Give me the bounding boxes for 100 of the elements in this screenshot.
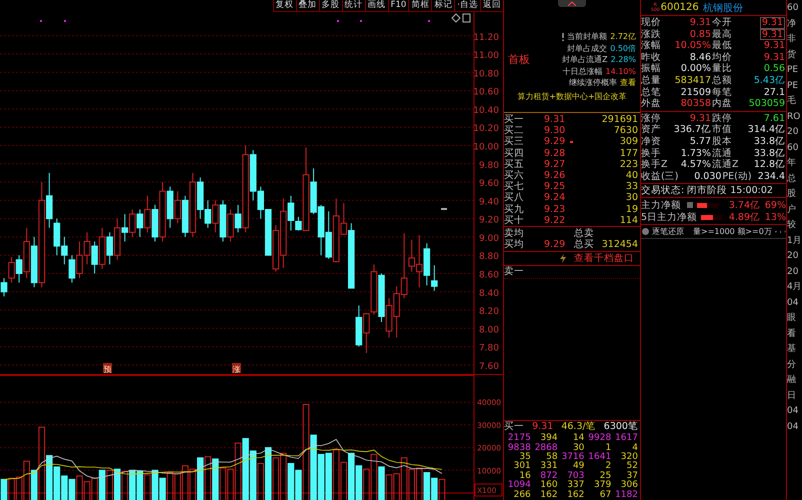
bid-volume: 7630 [612, 125, 639, 136]
info-value[interactable]: 查看 [620, 77, 636, 88]
side-panel-text: 户 [787, 204, 797, 216]
quote-value: 27.1 [764, 86, 785, 98]
queue-order: 320 [620, 452, 638, 462]
bid-volume: 40 [624, 170, 639, 182]
price-axis-label: 10.60 [473, 88, 499, 98]
price-axis-label: 9.60 [478, 179, 499, 190]
tick-filter[interactable]: 量>=1000 额>=0万 [693, 226, 772, 238]
quote-label: 总笔 [641, 86, 662, 98]
flow-label: 5日主力净额 [641, 210, 698, 224]
bid-label: 买五 [504, 158, 525, 170]
stock-code: 600126 [660, 2, 699, 13]
price-axis-label: 8.00 [478, 325, 499, 336]
quote-label: 最高 [712, 28, 733, 40]
toolbar-button[interactable]: F10 [388, 0, 408, 12]
info-value: 0.50倍 [610, 42, 636, 54]
quote-label: 外盘 [641, 98, 662, 110]
toolbar-button[interactable]: 标记 [431, 0, 454, 12]
queue-order: 703 [566, 472, 584, 481]
info-label: 封单占流通Z [562, 54, 608, 66]
tick-restore-label[interactable]: 逐笔还原 [652, 226, 684, 238]
quote-label: 振幅 [641, 63, 662, 75]
event-marker[interactable]: 涨 [232, 363, 241, 374]
bid-volume: 223 [618, 158, 639, 170]
diamond-icon[interactable] [451, 13, 461, 23]
queue-order: 9838 [506, 444, 531, 453]
queue-order: 2 [605, 462, 612, 472]
quote-value: 9.31 [764, 52, 785, 64]
quote-value: 4.57% [680, 159, 711, 171]
toolbar-button[interactable]: 统计 [342, 0, 365, 12]
list-icon[interactable] [687, 202, 693, 208]
quote-value: 234.4 [758, 170, 785, 182]
bid-label: 买十 [504, 214, 525, 226]
quote-value: 1.73% [680, 148, 711, 160]
toolbar-button[interactable]: 画线 [364, 0, 388, 12]
trading-status: 交易状态: 闭市阶段 15:00:02 [641, 184, 786, 198]
side-panel-text: 04 [787, 420, 800, 434]
queue-order: 1182 [614, 490, 638, 500]
collapse-tab[interactable] [558, 0, 586, 7]
quote-label: 现价 [641, 17, 662, 29]
toolbar-button[interactable]: 简框 [408, 0, 432, 12]
toolbar-button[interactable]: 多股 [318, 0, 342, 12]
side-panel-text: 净 [787, 18, 797, 30]
queue-order: 2175 [506, 434, 531, 444]
summary-label: 总卖 [574, 228, 594, 239]
quote-label: 每笔 [712, 86, 733, 98]
queue-order: 1094 [506, 481, 531, 490]
side-panel-text: 60 [787, 142, 800, 154]
toolbar-button[interactable]: 复权 [272, 0, 296, 12]
side-panel-text: 基 [787, 343, 797, 356]
queue-order: 4 [632, 444, 638, 453]
price-axis-label: 9.20 [478, 216, 499, 226]
quote-label: 今开 [712, 17, 733, 29]
quote-label: 涨停 [641, 112, 662, 124]
queue-order: 301 [512, 462, 531, 472]
quote-label: 最低 [712, 40, 733, 52]
side-panel-text: 看 [787, 328, 797, 340]
toolbar-button[interactable]: 返回 [480, 0, 503, 12]
panel-toggle-icon[interactable] [462, 14, 470, 22]
restore-icon[interactable] [642, 228, 649, 236]
side-panel-text: 眼 [787, 312, 797, 325]
bid-price: 9.27 [544, 158, 566, 170]
bid-label: 买七 [504, 181, 525, 192]
queue-order: 35 [519, 452, 531, 462]
side-panel-text: 04 [787, 296, 800, 310]
quote-label: 均价 [712, 52, 733, 63]
quote-value: 33.8亿 [754, 136, 785, 148]
average-price: 9.29 [544, 239, 566, 250]
quote-label: 流通Z [712, 159, 740, 171]
queue-order: 52 [626, 462, 638, 472]
side-panel-text: PE [787, 64, 800, 77]
toolbar-button[interactable]: 叠加 [296, 0, 319, 12]
price-axis-label: 8.20 [478, 307, 499, 318]
side-panel-text: 货 [787, 48, 797, 62]
bid-price: 9.25 [544, 181, 566, 192]
queue-order: 30 [572, 444, 584, 453]
flow-percent: 69% [764, 200, 786, 211]
bid-price: 9.31 [544, 114, 566, 126]
depth-link[interactable]: 查看千档盘口 [574, 252, 634, 266]
queue-order: 14 [572, 434, 584, 444]
toolbar-button[interactable]: ·自选 [454, 0, 480, 12]
bid-volume: 19 [624, 204, 639, 215]
quote-value: 5.43亿 [754, 74, 785, 87]
side-panel-text: 20 [787, 126, 800, 139]
quote-label: 流通 [712, 148, 733, 159]
quote-value: 0.00% [680, 63, 711, 75]
quote-label: 昨收 [641, 52, 662, 63]
quote-value: 0.030 [694, 170, 722, 182]
quote-label: 资产 [641, 124, 662, 136]
event-marker[interactable]: 预 [103, 363, 112, 374]
quote-value: 336.7亿 [674, 124, 711, 136]
quote-value: 9.31 [690, 17, 711, 29]
price-marker-icon [441, 208, 447, 210]
price-axis-label: 7.80 [478, 344, 499, 354]
side-panel-text: 非 [787, 33, 797, 46]
quote-value: 80358 [680, 98, 711, 110]
quote-label: PE(动) [722, 170, 752, 182]
queue-order: 306 [620, 481, 638, 490]
bid-label: 买二 [504, 125, 525, 136]
